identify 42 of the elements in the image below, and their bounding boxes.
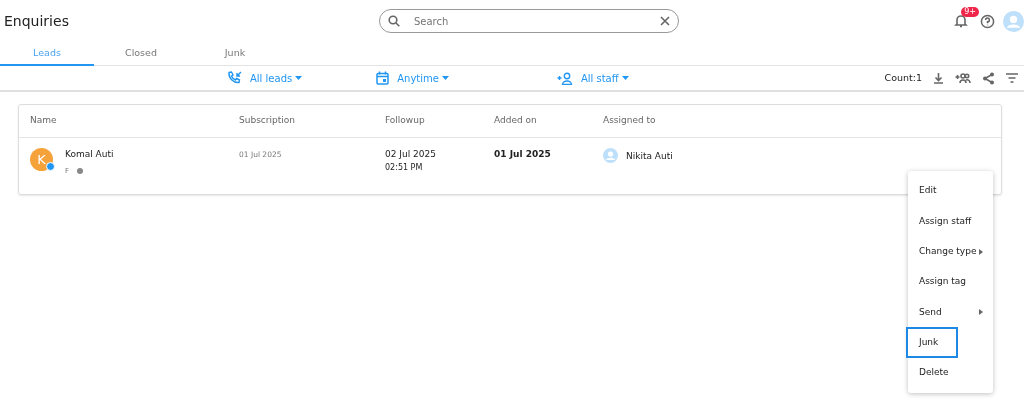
share-icon[interactable] <box>982 71 995 85</box>
page-title: Enquiries <box>4 11 69 31</box>
caret-icon <box>441 76 449 80</box>
menu-item[interactable]: Delete <box>908 357 993 389</box>
submenu-arrow-icon <box>979 248 983 255</box>
column-header: Assigned to <box>603 114 657 128</box>
column-header: Added on <box>494 114 538 128</box>
followup-time: 02:51 PM <box>385 161 424 174</box>
help-icon[interactable] <box>980 13 995 29</box>
assigned-staff-name: Nikita Auti <box>626 150 673 163</box>
contact-name: Komal Auti <box>65 148 114 161</box>
column-header: Followup <box>385 114 426 128</box>
menu-item[interactable]: Assign staff <box>908 206 993 237</box>
menu-item[interactable]: Junk <box>906 327 958 358</box>
calendar-icon <box>376 71 390 85</box>
filter-icon[interactable] <box>1006 73 1018 83</box>
tab[interactable]: Closed <box>94 42 188 66</box>
avatar-initial: K <box>37 150 46 169</box>
clear-icon[interactable] <box>659 16 670 26</box>
bell-icon[interactable] <box>954 14 968 28</box>
menu-item[interactable]: Assign tag <box>908 266 993 298</box>
column-header: Name <box>29 114 58 128</box>
search-input[interactable]: Search <box>411 12 660 30</box>
staff-avatar-icon <box>603 148 618 163</box>
menu-item[interactable]: Edit <box>908 176 993 207</box>
download-icon[interactable] <box>933 72 944 84</box>
notification-badge: 9+ <box>961 7 979 17</box>
phone-icon <box>227 71 242 85</box>
menu-item[interactable]: Change type <box>908 236 993 267</box>
search-icon <box>387 15 400 27</box>
menu-item[interactable]: Send <box>908 297 993 328</box>
caret-icon <box>621 76 629 80</box>
add-group-icon[interactable] <box>955 72 971 84</box>
add-person-icon <box>556 71 573 85</box>
status-dot <box>46 162 55 171</box>
count-label: Count:1 <box>884 70 922 85</box>
followup-date: 02 Jul 2025 <box>385 148 437 161</box>
submenu-arrow-icon <box>979 309 983 316</box>
caret-icon <box>295 76 303 80</box>
column-header: Subscription <box>239 114 296 128</box>
added-on-date: 01 Jul 2025 <box>494 149 551 159</box>
tab[interactable]: Junk <box>188 42 282 66</box>
